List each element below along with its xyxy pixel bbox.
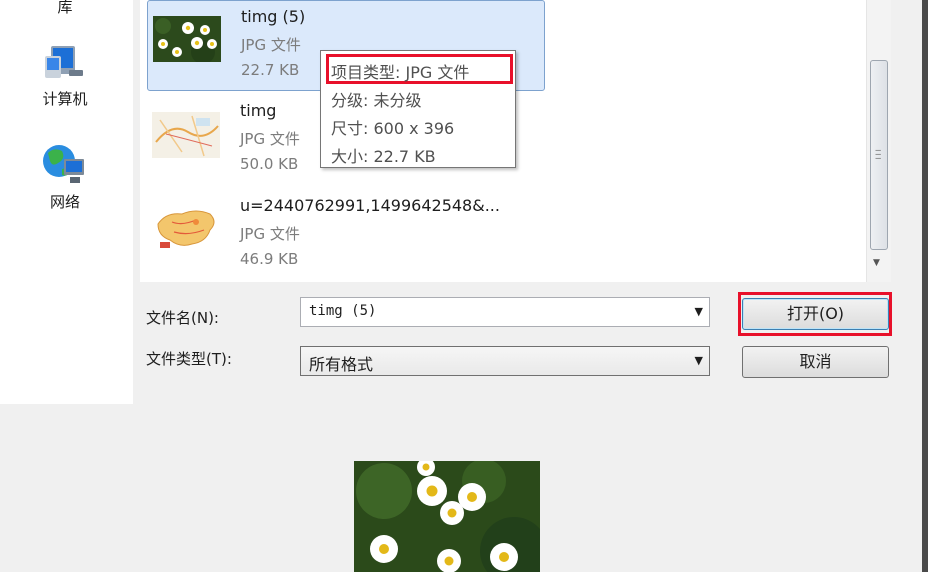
chevron-down-icon[interactable]: ▼ (695, 305, 703, 318)
computer-icon (45, 46, 83, 78)
tooltip-dimensions: 尺寸: 600 x 396 (331, 119, 455, 138)
nav-item-library[interactable]: 库 (20, 0, 110, 17)
grip-icon: ‒ ‒ ‒ (875, 145, 882, 164)
nav-item-computer[interactable]: 计算机 (20, 40, 110, 109)
image-preview (354, 461, 540, 572)
map-thumbnail-icon (152, 112, 220, 158)
file-item[interactable]: u=2440762991,1499642548&... JPG 文件 46.9 … (147, 190, 545, 281)
file-size: 46.9 KB (240, 250, 299, 268)
tooltip-rating: 分级: 未分级 (331, 91, 422, 110)
filetype-label: 文件类型(T): (146, 350, 232, 368)
scrollbar-thumb[interactable]: ‒ ‒ ‒ (870, 60, 888, 250)
nav-item-label: 计算机 (42, 90, 88, 108)
file-type: JPG 文件 (240, 130, 300, 148)
flower-thumbnail-icon (153, 16, 221, 62)
scroll-down-icon[interactable]: ▼ (873, 258, 880, 268)
file-name: u=2440762991,1499642548&... (240, 196, 500, 215)
filename-label: 文件名(N): (146, 309, 219, 327)
nav-item-label: 库 (57, 0, 73, 16)
tooltip-size: 大小: 22.7 KB (331, 147, 436, 166)
filename-input[interactable]: timg (5) ▼ (300, 297, 710, 327)
window-edge (922, 0, 928, 572)
filename-value: timg (5) (309, 303, 377, 319)
file-info-tooltip: 项目类型: JPG 文件 分级: 未分级 尺寸: 600 x 396 大小: 2… (320, 50, 516, 168)
file-list-scrollbar[interactable]: ‒ ‒ ‒ ▼ (866, 0, 891, 282)
china-map-thumbnail-icon (152, 204, 220, 250)
file-size: 22.7 KB (241, 61, 300, 79)
tooltip-item-type: 项目类型: JPG 文件 (331, 63, 470, 82)
file-size: 50.0 KB (240, 155, 299, 173)
filetype-select[interactable]: 所有格式 ▼ (300, 346, 710, 376)
file-name: timg (240, 101, 277, 120)
chevron-down-icon[interactable]: ▼ (695, 354, 703, 367)
file-type: JPG 文件 (241, 36, 301, 54)
file-name: timg (5) (241, 7, 306, 26)
nav-item-label: 网络 (49, 193, 80, 211)
cancel-button[interactable]: 取消 (742, 346, 889, 378)
filetype-value: 所有格式 (309, 355, 374, 374)
nav-item-network[interactable]: 网络 (20, 141, 110, 212)
file-type: JPG 文件 (240, 225, 300, 243)
open-button[interactable]: 打开(O) (742, 298, 889, 330)
navigation-pane: 库 计算机 网络 (0, 0, 133, 404)
network-icon (43, 145, 84, 183)
